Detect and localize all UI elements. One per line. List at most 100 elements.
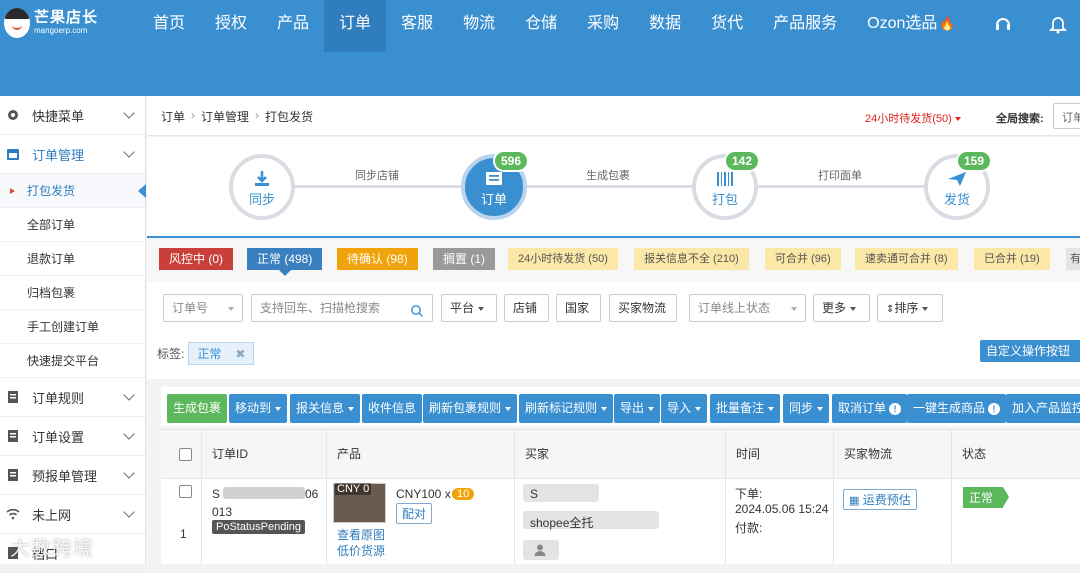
global-search-select[interactable]: 订单 — [1053, 103, 1080, 129]
column-header-buyer[interactable]: 买家 — [514, 430, 725, 480]
tag-more[interactable]: 有 — [1066, 248, 1080, 270]
connector-label-print-label: 打印面单 — [818, 170, 862, 182]
move-to-button[interactable]: 移动到 — [229, 394, 288, 423]
export-button[interactable]: 导出 — [614, 394, 661, 423]
sidebar-group-order-settings[interactable]: 订单设置 — [0, 417, 145, 456]
sidebar-item-archived-packages[interactable]: 归档包裹 — [0, 276, 145, 310]
sidebar-item-all-orders[interactable]: 全部订单 — [0, 208, 145, 242]
tag-chip-normal[interactable]: 正常 ✖ — [188, 342, 255, 365]
sidebar-group-quick-menu[interactable]: 快捷菜单 — [0, 96, 145, 135]
button-label: 刷新标记规则 — [525, 401, 598, 415]
tag-normal[interactable]: 正常 (498) — [247, 248, 323, 276]
sidebar-item-quick-submit[interactable]: 快速提交平台 — [0, 344, 145, 378]
sidebar-item-refund-orders[interactable]: 退款订单 — [0, 242, 145, 276]
workflow-steps: 同步店铺 生成包裹 打印面单 同步 订单 596 打包 142 发货 159 — [147, 137, 1080, 238]
sort-label: 排序 — [894, 301, 919, 315]
order-no-select[interactable]: 订单号 — [163, 294, 243, 322]
sidebar-group-forecast-management[interactable]: 预报单管理 — [0, 456, 145, 495]
nav-authorize[interactable]: 授权 — [200, 0, 262, 52]
shop-button[interactable]: 店铺 — [504, 294, 549, 322]
headset-icon[interactable] — [993, 14, 1013, 34]
sidebar-item-pack-ship[interactable]: 打包发货 — [0, 174, 146, 208]
step-ship[interactable]: 发货 159 — [924, 150, 992, 220]
custom-action-secondary-button[interactable] — [1075, 340, 1080, 362]
qty-value: 10 — [452, 488, 475, 500]
nav-product-service[interactable]: 产品服务 — [758, 0, 852, 52]
column-header-product[interactable]: 产品 — [326, 430, 514, 480]
order-id-mid[interactable]: 06 — [305, 487, 318, 501]
sidebar-group-not-online[interactable]: 未上网 — [0, 495, 145, 534]
brand-logo[interactable]: 芒果店长 mangoerp.com — [4, 6, 124, 40]
sidebar-item-manual-create-order[interactable]: 手工创建订单 — [0, 310, 145, 344]
nav-warehouse[interactable]: 仓储 — [510, 0, 572, 52]
import-button[interactable]: 导入 — [661, 394, 708, 423]
sort-dropdown[interactable]: ⇕排序 — [877, 294, 943, 322]
buyer-logistics-button[interactable]: 买家物流 — [609, 294, 677, 322]
more-dropdown[interactable]: 更多 — [813, 294, 870, 322]
step-sync[interactable]: 同步 — [229, 154, 295, 220]
table-row[interactable]: 1 S 06 013 PoStatusPending CNY 0 CNY100 … — [161, 479, 1080, 564]
tag-24h-pending[interactable]: 24小时待发货 (50) — [508, 248, 618, 270]
tag-customs-incomplete[interactable]: 报关信息不全 (210) — [634, 248, 749, 270]
close-icon[interactable]: ✖ — [235, 347, 245, 361]
pair-button[interactable]: 配对 — [396, 503, 433, 524]
platform-dropdown[interactable]: 平台 — [441, 294, 497, 322]
nav-orders[interactable]: 订单 — [324, 0, 387, 52]
breadcrumb-item[interactable]: 订单管理 — [201, 108, 249, 125]
step-pack[interactable]: 打包 142 — [692, 150, 760, 220]
sidebar-group-label: 快捷菜单 — [32, 108, 85, 124]
country-button[interactable]: 国家 — [556, 294, 601, 322]
alert-24h-pending[interactable]: 24小时待发货(50) — [865, 110, 961, 126]
nav-home[interactable]: 首页 — [138, 0, 200, 52]
custom-action-button[interactable]: 自定义操作按钮 — [980, 340, 1077, 362]
tag-on-hold[interactable]: 搁置 (1) — [433, 248, 496, 270]
nav-purchasing[interactable]: 采购 — [572, 0, 634, 52]
nav-customer-service[interactable]: 客服 — [386, 0, 448, 52]
order-id-prefix[interactable]: S — [212, 487, 220, 501]
buyer-name[interactable]: S — [530, 487, 538, 501]
refresh-package-rules-button[interactable]: 刷新包裹规则 — [423, 394, 518, 423]
freight-estimate-button[interactable]: ▦ 运费预估 — [843, 489, 917, 510]
refresh-tag-rules-button[interactable]: 刷新标记规则 — [519, 394, 614, 423]
tag-merged[interactable]: 已合并 (19) — [974, 248, 1050, 270]
customs-info-button[interactable]: 报关信息 — [290, 394, 361, 423]
tag-pending-confirm[interactable]: 待确认 (98) — [337, 248, 418, 270]
sync-button[interactable]: 同步 — [783, 394, 830, 423]
receiver-info-button[interactable]: 收件信息 — [362, 394, 423, 423]
tag-mergeable[interactable]: 可合并 (96) — [765, 248, 841, 270]
sidebar-group-order-management[interactable]: 订单管理 — [0, 135, 145, 174]
nav-data[interactable]: 数据 — [634, 0, 696, 52]
column-header-status[interactable]: 状态 — [951, 430, 1080, 480]
sidebar-group-order-rules[interactable]: 订单规则 — [0, 378, 145, 417]
nav-products[interactable]: 产品 — [262, 0, 324, 52]
search-placeholder: 支持回车、扫描枪搜索 — [260, 301, 381, 315]
online-status-select[interactable]: 订单线上状态 — [689, 294, 806, 322]
row-checkbox[interactable] — [179, 485, 192, 498]
view-original-image-link[interactable]: 查看原图 — [337, 526, 385, 543]
nav-ozon-selection[interactable]: Ozon选品 🔥 — [852, 0, 970, 52]
tag-aliexpress-mergeable[interactable]: 速卖通可合并 (8) — [855, 248, 958, 270]
search-input[interactable]: 支持回车、扫描枪搜索 — [251, 294, 433, 322]
nav-logistics[interactable]: 物流 — [448, 0, 510, 52]
nav-forwarding[interactable]: 货代 — [696, 0, 758, 52]
order-id-suffix[interactable]: 013 — [212, 505, 232, 519]
add-product-monitor-button[interactable]: 加入产品监控 — [1006, 394, 1080, 423]
select-all-checkbox[interactable] — [179, 448, 192, 461]
search-icon[interactable] — [410, 301, 424, 327]
batch-remark-button[interactable]: 批量备注 — [710, 394, 781, 423]
generate-package-button[interactable]: 生成包裹 — [167, 394, 228, 423]
cancel-order-button[interactable]: 取消订单! — [832, 394, 908, 423]
bell-icon[interactable] — [1048, 14, 1068, 34]
tag-risk-control[interactable]: 风控中 (0) — [159, 248, 234, 270]
column-header-buyer-logistics[interactable]: 买家物流 — [833, 430, 951, 480]
platform-status-badge: PoStatusPending — [212, 520, 306, 534]
one-click-generate-product-button[interactable]: 一键生成商品! — [907, 394, 1007, 423]
info-icon: ! — [988, 402, 1001, 415]
column-header-time[interactable]: 时间 — [725, 430, 833, 480]
low-price-source-link[interactable]: 低价货源 — [337, 542, 385, 559]
breadcrumb-item[interactable]: 订单 — [161, 108, 185, 125]
button-label: 导入 — [667, 401, 692, 415]
step-orders[interactable]: 订单 596 — [461, 150, 529, 220]
column-header-order-id[interactable]: 订单ID — [201, 430, 326, 480]
buyer-store[interactable]: shopee全托 — [530, 514, 593, 531]
